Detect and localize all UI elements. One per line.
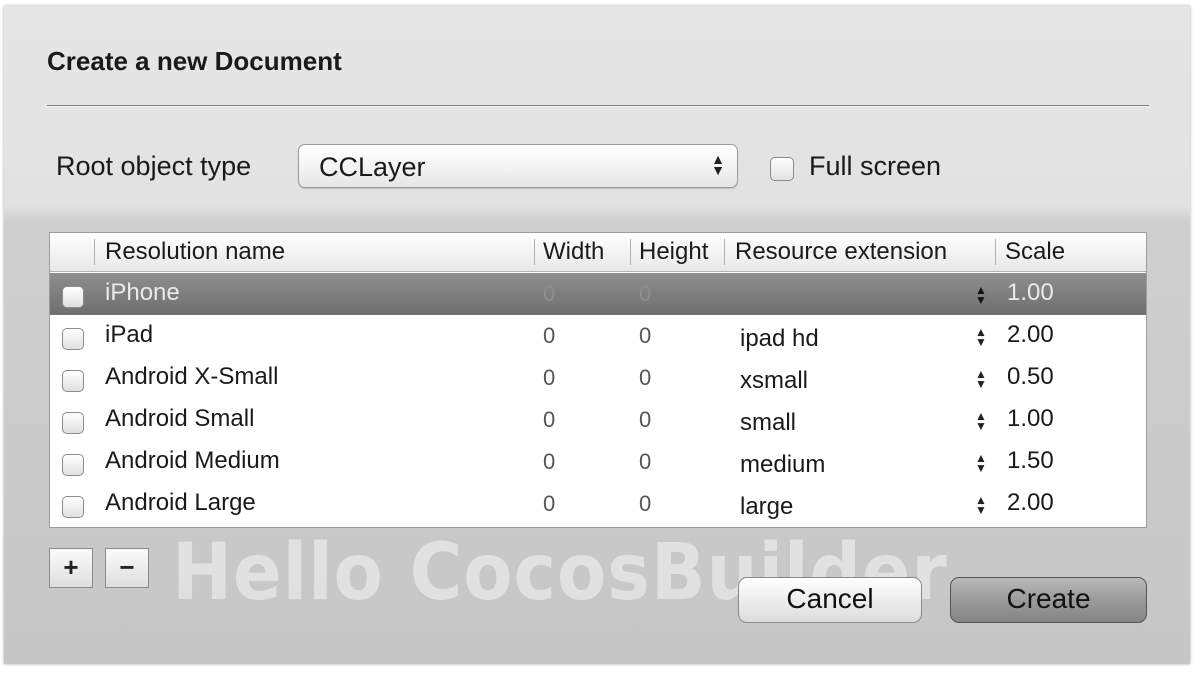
row-resolution-name: Android Small — [105, 405, 255, 432]
row-resource-extension[interactable]: ipad hd — [740, 325, 819, 353]
row-checkbox[interactable] — [62, 286, 84, 308]
updown-arrows-icon: ▲ ▼ — [711, 151, 725, 178]
column-header-width[interactable]: Width — [543, 238, 604, 266]
row-scale[interactable]: 2.00 — [1007, 321, 1054, 349]
row-height[interactable]: 0 — [639, 323, 651, 349]
row-width[interactable]: 0 — [543, 491, 555, 517]
row-checkbox[interactable] — [62, 496, 84, 518]
table-row[interactable]: Android X-Small 0 0 xsmall ▲ ▼ 0.50 — [50, 357, 1146, 399]
row-resolution-name: Android X-Small — [105, 363, 279, 390]
column-separator — [94, 239, 95, 265]
remove-resolution-button[interactable]: − — [105, 548, 149, 588]
row-scale[interactable]: 1.50 — [1007, 447, 1054, 475]
stepper-arrows-icon[interactable]: ▲ ▼ — [975, 410, 987, 432]
row-checkbox[interactable] — [62, 370, 84, 392]
column-header-resource-extension[interactable]: Resource extension — [735, 238, 947, 266]
stepper-arrows-icon[interactable]: ▲ ▼ — [975, 326, 987, 348]
row-checkbox[interactable] — [62, 412, 84, 434]
row-checkbox[interactable] — [62, 328, 84, 350]
table-row[interactable]: iPad 0 0 ipad hd ▲ ▼ 2.00 — [50, 315, 1146, 357]
full-screen-label[interactable]: Full screen — [809, 151, 941, 182]
full-screen-checkbox[interactable] — [770, 157, 794, 181]
column-header-height[interactable]: Height — [639, 238, 708, 266]
stepper-arrows-icon[interactable]: ▲ ▼ — [975, 368, 987, 390]
dialog-title: Create a new Document — [47, 46, 342, 76]
row-resolution-name: Android Medium — [105, 447, 280, 474]
create-button[interactable]: Create — [950, 577, 1147, 623]
column-header-scale[interactable]: Scale — [1005, 238, 1065, 266]
root-object-type-value: CCLayer — [319, 152, 426, 182]
column-header-resolution-name[interactable]: Resolution name — [105, 238, 285, 266]
root-object-type-label: Root object type — [56, 151, 252, 181]
column-separator — [724, 239, 725, 265]
create-document-dialog: Create a new Document Root object type C… — [4, 6, 1190, 664]
row-resolution-name: iPhone — [105, 279, 180, 306]
row-resource-extension[interactable]: small — [740, 409, 796, 437]
row-width[interactable]: 0 — [543, 323, 555, 349]
row-height[interactable]: 0 — [639, 491, 651, 517]
column-separator — [995, 239, 996, 265]
stepper-arrows-icon[interactable]: ▲ ▼ — [975, 494, 987, 516]
table-row[interactable]: iPhone 0 0 ▲ ▼ 1.00 — [50, 273, 1146, 315]
row-height[interactable]: 0 — [639, 365, 651, 391]
row-resource-extension[interactable]: large — [740, 493, 793, 521]
row-scale[interactable]: 1.00 — [1007, 405, 1054, 433]
row-width[interactable]: 0 — [543, 407, 555, 433]
resolutions-table: Resolution name Width Height Resource ex… — [49, 232, 1147, 528]
table-row[interactable]: Android Medium 0 0 medium ▲ ▼ 1.50 — [50, 441, 1146, 483]
table-row[interactable]: Android Small 0 0 small ▲ ▼ 1.00 — [50, 399, 1146, 441]
table-row[interactable]: Android Large 0 0 large ▲ ▼ 2.00 — [50, 483, 1146, 525]
row-scale[interactable]: 1.00 — [1007, 279, 1054, 307]
row-resource-extension[interactable]: xsmall — [740, 367, 808, 395]
add-resolution-button[interactable]: + — [49, 548, 93, 588]
row-checkbox[interactable] — [62, 454, 84, 476]
row-resource-extension[interactable]: medium — [740, 451, 825, 479]
row-width[interactable]: 0 — [543, 449, 555, 475]
row-height[interactable]: 0 — [639, 281, 651, 307]
table-header: Resolution name Width Height Resource ex… — [50, 233, 1146, 272]
row-height[interactable]: 0 — [639, 449, 651, 475]
row-scale[interactable]: 0.50 — [1007, 363, 1054, 391]
title-divider — [47, 105, 1149, 107]
row-resolution-name: iPad — [105, 321, 154, 348]
stepper-arrows-icon[interactable]: ▲ ▼ — [975, 452, 987, 474]
row-width[interactable]: 0 — [543, 365, 555, 391]
column-separator — [630, 239, 631, 265]
row-height[interactable]: 0 — [639, 407, 651, 433]
root-object-type-select[interactable]: CCLayer ▲ ▼ — [298, 144, 738, 188]
row-width[interactable]: 0 — [543, 281, 555, 307]
row-scale[interactable]: 2.00 — [1007, 489, 1054, 517]
stepper-arrows-icon[interactable]: ▲ ▼ — [975, 284, 987, 306]
cancel-button[interactable]: Cancel — [738, 577, 922, 623]
column-separator — [534, 239, 535, 265]
row-resolution-name: Android Large — [105, 489, 256, 516]
